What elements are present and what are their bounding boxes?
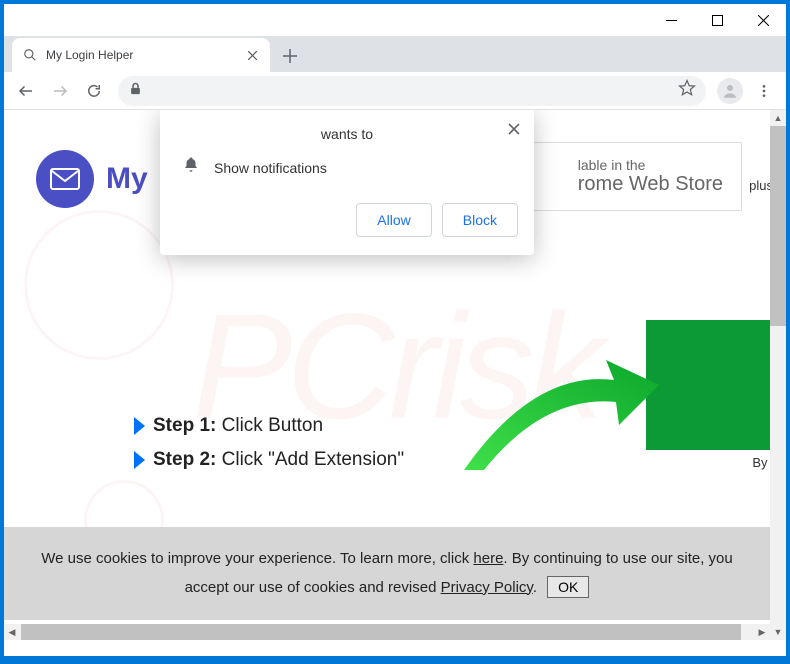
step-text: Click Button xyxy=(216,415,323,436)
lock-icon xyxy=(128,81,143,101)
bullet-arrow-icon xyxy=(134,417,145,435)
scroll-thumb[interactable] xyxy=(770,126,786,326)
watermark-decor xyxy=(24,210,174,360)
block-button[interactable]: Block xyxy=(442,203,518,237)
dialog-message: Show notifications xyxy=(214,160,327,176)
menu-button[interactable] xyxy=(748,75,780,107)
cookie-ok-button[interactable]: OK xyxy=(547,576,589,598)
browser-tab[interactable]: My Login Helper xyxy=(12,38,270,72)
tab-title: My Login Helper xyxy=(46,48,236,62)
cookie-text: We use cookies to improve your experienc… xyxy=(41,550,473,567)
step-item: Step 1: Click Button xyxy=(134,415,404,437)
cookie-consent-banner: We use cookies to improve your experienc… xyxy=(4,527,770,620)
bookmark-star-button[interactable] xyxy=(678,79,696,102)
step-label: Step 2: xyxy=(153,449,216,470)
store-badge-line2: rome Web Store xyxy=(578,173,723,196)
cookie-text: . xyxy=(533,579,537,596)
site-logo: My xyxy=(36,150,148,208)
forward-button[interactable] xyxy=(44,75,76,107)
horizontal-scrollbar[interactable]: ◀ ▶ xyxy=(4,624,770,640)
reload-button[interactable] xyxy=(78,75,110,107)
envelope-icon xyxy=(36,150,94,208)
privacy-policy-link[interactable]: Privacy Policy xyxy=(441,579,533,596)
cta-box[interactable] xyxy=(646,320,786,450)
profile-button[interactable] xyxy=(714,75,746,107)
page-content: ▲ ▼ PCrisk My lable in the rome Web Stor… xyxy=(4,110,786,640)
scroll-thumb[interactable] xyxy=(21,624,741,640)
close-icon xyxy=(508,123,520,135)
maximize-icon xyxy=(712,15,723,26)
minimize-icon xyxy=(666,20,677,21)
scroll-up-arrow-icon[interactable]: ▲ xyxy=(770,110,786,126)
pointing-arrow-icon xyxy=(454,340,664,480)
step-item: Step 2: Click "Add Extension" xyxy=(134,449,404,471)
allow-button[interactable]: Allow xyxy=(356,203,431,237)
address-bar[interactable] xyxy=(118,76,706,106)
dialog-header: wants to xyxy=(176,126,518,142)
star-icon xyxy=(678,79,696,97)
window-minimize-button[interactable] xyxy=(648,4,694,36)
step-text: Click "Add Extension" xyxy=(216,449,404,470)
window-maximize-button[interactable] xyxy=(694,4,740,36)
vertical-scrollbar[interactable]: ▲ ▼ xyxy=(770,110,786,640)
close-icon xyxy=(248,51,257,60)
bullet-arrow-icon xyxy=(134,451,145,469)
new-tab-button[interactable] xyxy=(276,42,304,70)
tab-close-button[interactable] xyxy=(244,47,260,63)
close-icon xyxy=(758,15,769,26)
search-icon xyxy=(22,47,38,63)
steps-list: Step 1: Click Button Step 2: Click "Add … xyxy=(134,415,404,483)
window-close-button[interactable] xyxy=(740,4,786,36)
notification-permission-dialog: wants to Show notifications Allow Block xyxy=(160,110,534,255)
more-vertical-icon xyxy=(756,83,772,99)
arrow-right-icon xyxy=(51,82,69,100)
chrome-web-store-badge[interactable]: lable in the rome Web Store xyxy=(527,142,742,211)
cookie-here-link[interactable]: here xyxy=(473,550,503,567)
logo-text: My xyxy=(106,162,148,196)
arrow-left-icon xyxy=(17,82,35,100)
reload-icon xyxy=(85,82,103,100)
tab-strip: My Login Helper xyxy=(4,36,786,72)
avatar-icon xyxy=(717,78,743,104)
step-label: Step 1: xyxy=(153,415,216,436)
scroll-left-arrow-icon[interactable]: ◀ xyxy=(4,624,20,640)
bell-icon xyxy=(182,156,200,179)
browser-toolbar xyxy=(4,72,786,110)
browser-window: My Login Helper xyxy=(4,4,786,656)
scroll-right-arrow-icon[interactable]: ▶ xyxy=(754,624,770,640)
window-titlebar xyxy=(4,4,786,36)
back-button[interactable] xyxy=(10,75,42,107)
plus-icon xyxy=(283,49,297,63)
dialog-close-button[interactable] xyxy=(508,122,520,139)
store-badge-line1: lable in the xyxy=(578,157,723,173)
scroll-down-arrow-icon[interactable]: ▼ xyxy=(770,624,786,640)
